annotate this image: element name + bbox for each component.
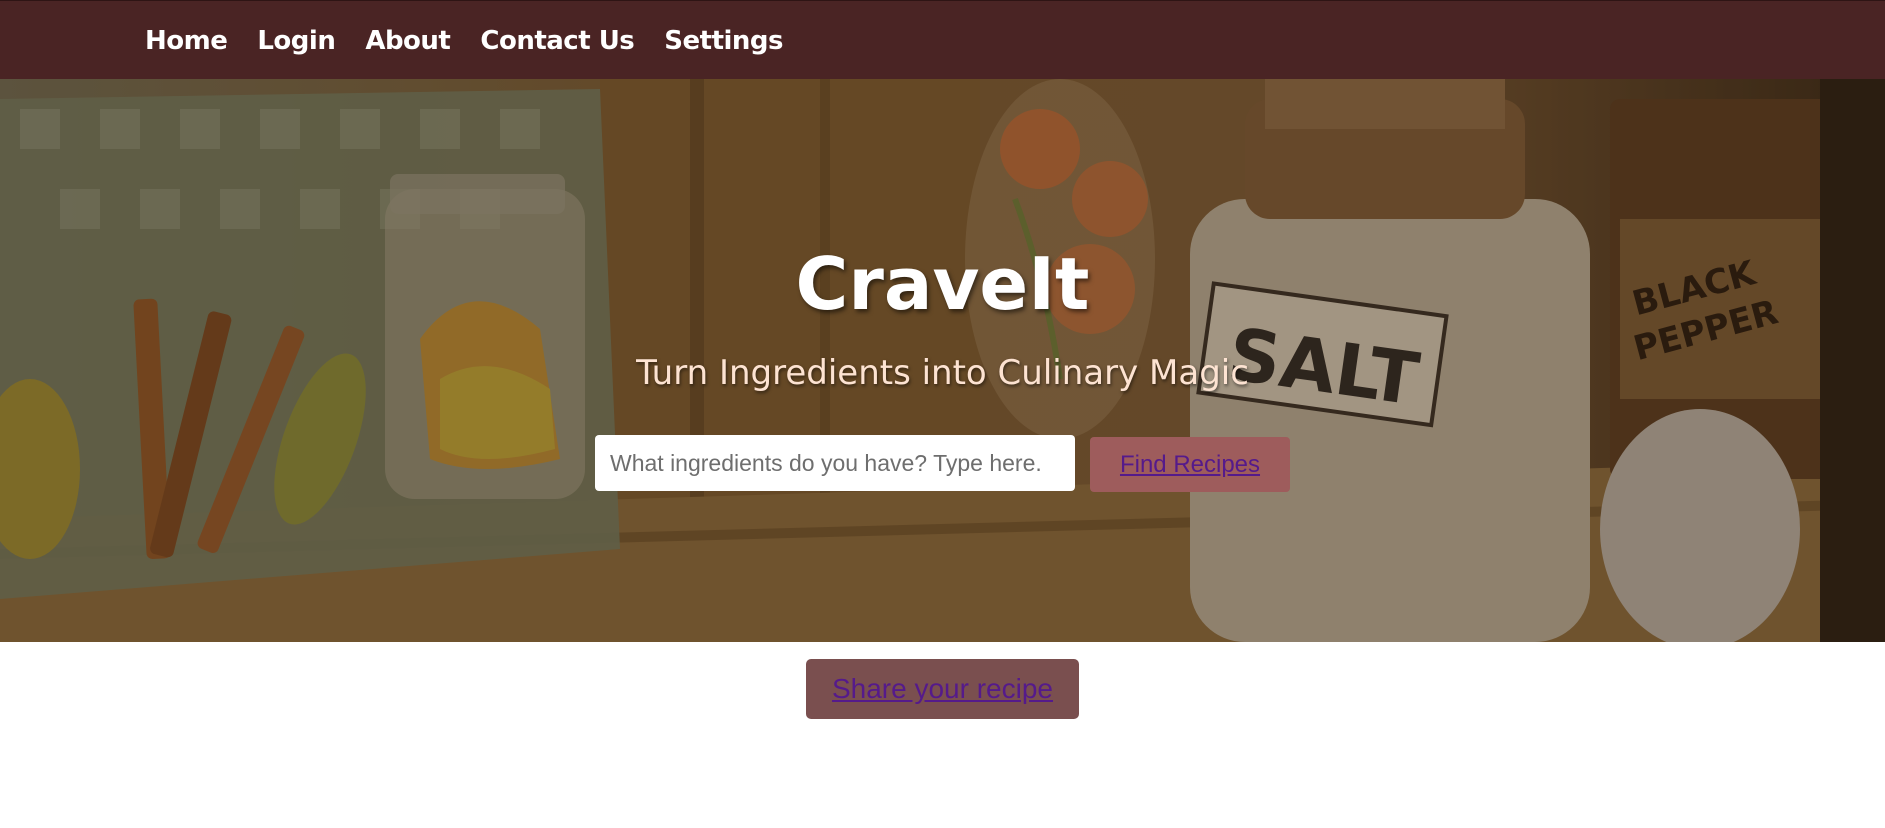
- ingredients-search-input[interactable]: [595, 435, 1075, 491]
- nav-home-link[interactable]: Home: [145, 26, 228, 56]
- site-title: CraveIt: [795, 242, 1090, 326]
- hero-banner: SALT BLACK PEPPER CraveIt Turn Ingredien…: [0, 79, 1885, 642]
- nav-login-link[interactable]: Login: [257, 26, 335, 56]
- share-recipe-button[interactable]: Share your recipe: [806, 659, 1079, 719]
- find-recipes-button[interactable]: Find Recipes: [1090, 437, 1290, 492]
- nav-settings-link[interactable]: Settings: [664, 26, 783, 56]
- nav-about-link[interactable]: About: [365, 26, 451, 56]
- nav-contact-link[interactable]: Contact Us: [480, 26, 634, 56]
- top-navbar: Home Login About Contact Us Settings: [0, 0, 1885, 79]
- nav-menu: Home Login About Contact Us Settings: [145, 1, 813, 80]
- site-tagline: Turn Ingredients into Culinary Magic: [636, 353, 1249, 393]
